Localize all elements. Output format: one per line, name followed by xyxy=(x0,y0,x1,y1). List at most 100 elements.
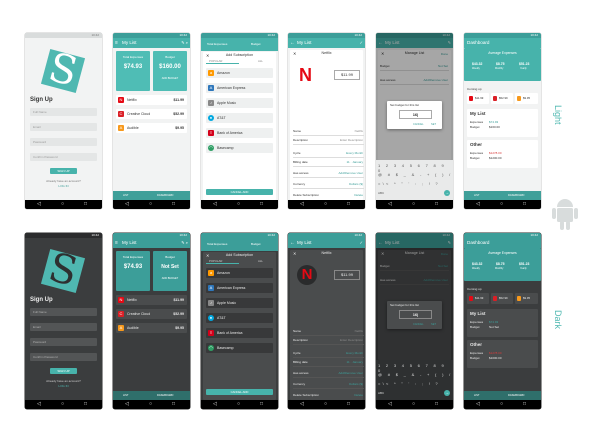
list-item[interactable]: A Audible $9.95 xyxy=(116,323,187,333)
back-nav-icon[interactable]: ◁ xyxy=(476,400,480,409)
cycle-row[interactable]: Cycle Every Month xyxy=(293,350,364,358)
recents-nav-icon[interactable]: □ xyxy=(84,400,87,409)
budget-card[interactable]: Budget Not Set ADD BUDGET xyxy=(153,251,187,291)
back-nav-icon[interactable]: ◁ xyxy=(300,200,304,209)
description-row[interactable]: Description Enter Description xyxy=(293,337,364,345)
enter-key-icon[interactable]: → xyxy=(444,190,450,196)
service-item-basecamp[interactable]: ◠ Basecamp xyxy=(206,143,273,153)
enter-key-icon[interactable]: → xyxy=(444,390,450,396)
description-row[interactable]: Description Enter Description xyxy=(293,137,364,145)
budget-input[interactable]: 16| xyxy=(399,110,432,119)
service-item-apple-music[interactable]: ♪ Apple Music xyxy=(206,98,273,108)
recents-nav-icon[interactable]: □ xyxy=(347,400,350,409)
has-access-row[interactable]: Has access Add/Remove User xyxy=(293,370,364,378)
billing-date-row[interactable]: Billing date 11 · January xyxy=(293,359,364,367)
service-item-att[interactable]: ● AT&T xyxy=(206,113,273,123)
list-item[interactable]: C Creative Cloud $52.99 xyxy=(116,309,187,319)
back-nav-icon[interactable]: ◁ xyxy=(37,200,41,209)
upcoming-item[interactable]: $9.95 xyxy=(515,93,538,104)
recents-nav-icon[interactable]: □ xyxy=(435,400,438,409)
tab-all[interactable]: ALL xyxy=(258,259,263,263)
login-link[interactable]: LOG IN xyxy=(25,384,102,388)
confirm-password-field[interactable]: Confirm Password xyxy=(30,353,97,361)
recents-nav-icon[interactable]: □ xyxy=(347,200,350,209)
back-nav-icon[interactable]: ◁ xyxy=(125,400,129,409)
password-field[interactable]: Password xyxy=(30,138,97,146)
home-nav-icon[interactable]: ○ xyxy=(61,200,64,209)
home-nav-icon[interactable]: ○ xyxy=(500,400,503,409)
billing-date-row[interactable]: Billing date 11 · January xyxy=(293,159,364,167)
menu-icon[interactable]: ≡ xyxy=(115,238,118,248)
budget-input[interactable]: 16| xyxy=(399,310,432,319)
upcoming-item[interactable]: $9.95 xyxy=(515,293,538,304)
delete-button[interactable]: Delete xyxy=(354,392,363,399)
name-row[interactable]: Name Netflix xyxy=(293,328,364,336)
tab-list[interactable]: LIST xyxy=(474,391,479,400)
list-item[interactable]: A Audible $9.95 xyxy=(116,123,187,133)
currency-row[interactable]: Currency Dollars ($) xyxy=(293,381,364,389)
back-nav-icon[interactable]: ◁ xyxy=(388,200,392,209)
fullname-field[interactable]: Full Name xyxy=(30,308,97,316)
service-item-bofa[interactable]: ≡ Bank of America xyxy=(206,328,273,338)
back-nav-icon[interactable]: ◁ xyxy=(213,400,217,409)
service-item-apple-music[interactable]: ♪ Apple Music xyxy=(206,298,273,308)
home-nav-icon[interactable]: ○ xyxy=(237,200,240,209)
recents-nav-icon[interactable]: □ xyxy=(172,400,175,409)
price-field[interactable]: $11.99 xyxy=(334,270,360,280)
home-nav-icon[interactable]: ○ xyxy=(412,200,415,209)
home-nav-icon[interactable]: ○ xyxy=(412,400,415,409)
tab-list[interactable]: LIST xyxy=(123,191,128,200)
home-nav-icon[interactable]: ○ xyxy=(237,400,240,409)
delete-row[interactable]: Delete Subscription Delete xyxy=(293,192,364,199)
has-access-row[interactable]: Has access Add/Remove User xyxy=(293,170,364,178)
edit-icon[interactable]: ✎ ⌕ xyxy=(181,38,188,48)
signup-button[interactable]: SIGN UP xyxy=(50,168,77,174)
back-nav-icon[interactable]: ◁ xyxy=(300,400,304,409)
service-item-att[interactable]: ● AT&T xyxy=(206,313,273,323)
cycle-row[interactable]: Cycle Every Month xyxy=(293,150,364,158)
upcoming-item[interactable]: $52.99 xyxy=(491,93,513,104)
upcoming-item[interactable]: $11.99 xyxy=(467,93,489,104)
edit-icon[interactable]: ✎ ⌕ xyxy=(181,238,188,248)
recents-nav-icon[interactable]: □ xyxy=(260,400,263,409)
list-item[interactable]: N Netflix $11.99 xyxy=(116,95,187,105)
name-row[interactable]: Name Netflix xyxy=(293,128,364,136)
tab-all[interactable]: ALL xyxy=(258,59,263,63)
cancel-add-button[interactable]: CANCEL ADD xyxy=(206,389,273,395)
password-field[interactable]: Password xyxy=(30,338,97,346)
tab-list[interactable]: LIST xyxy=(123,391,128,400)
recents-nav-icon[interactable]: □ xyxy=(523,200,526,209)
signup-button[interactable]: SIGN UP xyxy=(50,368,77,374)
login-link[interactable]: LOG IN xyxy=(25,184,102,188)
dialog-cancel-button[interactable]: CANCEL xyxy=(413,323,424,327)
upcoming-item[interactable]: $52.99 xyxy=(491,293,513,304)
dialog-set-button[interactable]: SET xyxy=(431,123,436,127)
email-field[interactable]: Email xyxy=(30,123,97,131)
confirm-password-field[interactable]: Confirm Password xyxy=(30,153,97,161)
cancel-add-button[interactable]: CANCEL ADD xyxy=(206,189,273,195)
upcoming-item[interactable]: $11.99 xyxy=(467,293,489,304)
recents-nav-icon[interactable]: □ xyxy=(435,200,438,209)
back-nav-icon[interactable]: ◁ xyxy=(125,200,129,209)
currency-row[interactable]: Currency Dollars ($) xyxy=(293,181,364,189)
numeric-keyboard[interactable]: 1 2 3 4 5 6 7 8 9 0 @ # $ _ & - + ( ) / … xyxy=(376,160,453,200)
back-nav-icon[interactable]: ◁ xyxy=(388,400,392,409)
menu-icon[interactable]: ≡ xyxy=(115,38,118,48)
service-item-amazon[interactable]: a Amazon xyxy=(206,268,273,278)
delete-row[interactable]: Delete Subscription Delete xyxy=(293,392,364,399)
recents-nav-icon[interactable]: □ xyxy=(84,200,87,209)
home-nav-icon[interactable]: ○ xyxy=(324,400,327,409)
email-field[interactable]: Email xyxy=(30,323,97,331)
dialog-set-button[interactable]: SET xyxy=(431,323,436,327)
tab-list[interactable]: LIST xyxy=(474,191,479,200)
price-field[interactable]: $11.99 xyxy=(334,70,360,80)
total-expenses-card[interactable]: Total Expenses $74.93 xyxy=(116,51,150,91)
tab-dashboard[interactable]: DASHBOARD xyxy=(508,191,524,200)
service-item-bofa[interactable]: ≡ Bank of America xyxy=(206,128,273,138)
home-nav-icon[interactable]: ○ xyxy=(324,200,327,209)
tab-dashboard[interactable]: DASHBOARD xyxy=(157,391,173,400)
list-summary-card[interactable]: My List Expenses $74.93 Budget $160.00 xyxy=(467,109,538,137)
fullname-field[interactable]: Full Name xyxy=(30,108,97,116)
dialog-cancel-button[interactable]: CANCEL xyxy=(413,123,424,127)
check-icon[interactable]: ✓ xyxy=(360,38,363,48)
